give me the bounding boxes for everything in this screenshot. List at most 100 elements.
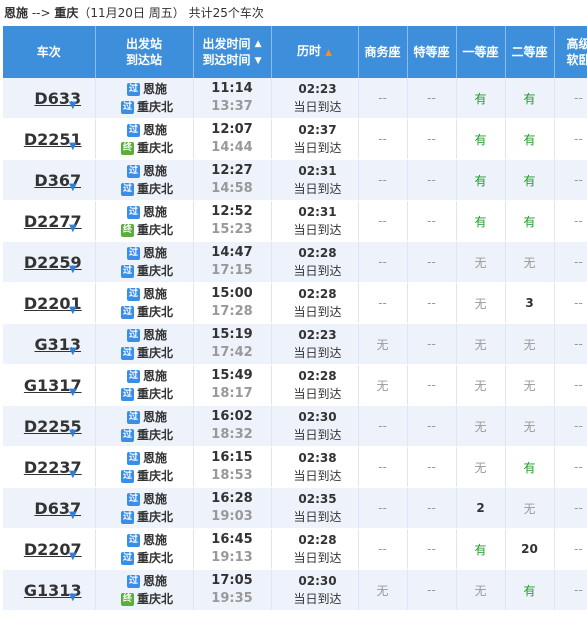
pass-station-icon: 过	[126, 452, 140, 465]
departure-time: 16:02	[211, 409, 253, 424]
seat-high-soft: --	[554, 241, 587, 283]
time-cell: 16:28 19:03	[193, 487, 272, 529]
seat-business: --	[358, 118, 408, 160]
expand-stops-icon[interactable]: ▼	[69, 141, 77, 152]
arrival-day: 当日到达	[293, 346, 342, 360]
origin-label: 恩施	[4, 6, 29, 20]
expand-stops-icon[interactable]: ▼	[69, 305, 77, 316]
departure-time: 16:15	[211, 450, 253, 465]
expand-stops-icon[interactable]: ▼	[69, 100, 77, 111]
expand-stops-icon[interactable]: ▼	[69, 551, 77, 562]
from-station: 恩施	[142, 205, 167, 219]
train-cell: D633 ▼	[3, 78, 96, 119]
departure-time: 12:52	[211, 204, 253, 219]
pass-station-icon: 过	[126, 165, 140, 178]
from-station: 恩施	[142, 492, 167, 506]
arrival-day: 当日到达	[293, 510, 342, 524]
to-station: 重庆北	[136, 305, 173, 319]
expand-stops-icon[interactable]: ▼	[69, 223, 77, 234]
duration-cell: 02:31 当日到达	[271, 200, 359, 242]
seat-second-class: 无	[505, 241, 555, 283]
to-station: 重庆北	[136, 592, 173, 606]
arrival-time: 14:58	[211, 181, 253, 196]
seat-special: --	[407, 118, 457, 160]
header-time[interactable]: 出发时间 ▲ 到达时间 ▼	[193, 26, 272, 78]
duration-cell: 02:28 当日到达	[271, 241, 359, 283]
arrival-day: 当日到达	[293, 428, 342, 442]
seat-special: --	[407, 528, 457, 570]
sort-down-icon[interactable]: ▼	[255, 53, 262, 69]
train-count: 共计25个车次	[188, 6, 264, 20]
pass-station-icon: 过	[120, 552, 134, 565]
seat-business: --	[358, 282, 408, 324]
expand-stops-icon[interactable]: ▼	[69, 428, 77, 439]
duration-cell: 02:23 当日到达	[271, 323, 359, 365]
station-cell: 过恩施过重庆北	[95, 159, 194, 201]
expand-stops-icon[interactable]: ▼	[69, 182, 77, 193]
to-station: 重庆北	[136, 469, 173, 483]
seat-high-soft: --	[554, 78, 587, 119]
train-cell: G1313 ▼	[3, 569, 96, 611]
arrival-time: 14:44	[211, 140, 253, 155]
route-arrow: -->	[31, 6, 51, 20]
seat-special: --	[407, 241, 457, 283]
expand-stops-icon[interactable]: ▼	[69, 387, 77, 398]
pass-station-icon: 过	[126, 534, 140, 547]
from-station: 恩施	[142, 410, 167, 424]
seat-second-class: 20	[505, 528, 555, 570]
arrival-time: 18:53	[211, 468, 253, 483]
seat-second-class: 有	[505, 78, 555, 119]
to-station: 重庆北	[136, 182, 173, 196]
terminal-station-icon: 终	[120, 224, 134, 237]
station-cell: 过恩施过重庆北	[95, 487, 194, 529]
duration-cell: 02:30 当日到达	[271, 405, 359, 447]
to-station: 重庆北	[136, 100, 173, 114]
duration: 02:28	[298, 287, 337, 301]
from-station: 恩施	[142, 123, 167, 137]
arrival-day: 当日到达	[293, 387, 342, 401]
expand-stops-icon[interactable]: ▼	[69, 592, 77, 603]
table-row: D2237 ▼ 过恩施过重庆北 16:15 18:53 02:38 当日到达 -- -- 无有 --	[3, 446, 587, 488]
duration: 02:31	[298, 205, 337, 219]
header-high-line2: 软卧	[566, 53, 587, 67]
pass-station-icon: 过	[126, 493, 140, 506]
seat-business: 无	[358, 364, 408, 406]
duration-cell: 02:28 当日到达	[271, 364, 359, 406]
seat-second-class: 无	[505, 487, 555, 529]
sort-asc-icon[interactable]: ▲	[325, 48, 332, 58]
header-first: 一等座	[456, 26, 506, 78]
expand-stops-icon[interactable]: ▼	[69, 346, 77, 357]
pass-station-icon: 过	[120, 265, 134, 278]
arrival-time: 13:37	[211, 99, 253, 114]
duration: 02:28	[298, 533, 337, 547]
train-cell: D2201 ▼	[3, 282, 96, 324]
station-cell: 过恩施过重庆北	[95, 528, 194, 570]
seat-first-class: 无	[456, 569, 506, 611]
header-train[interactable]: 车次	[3, 26, 96, 78]
expand-stops-icon[interactable]: ▼	[69, 510, 77, 521]
terminal-station-icon: 终	[120, 142, 134, 155]
pass-station-icon: 过	[126, 124, 140, 137]
table-row: D2207 ▼ 过恩施过重庆北 16:45 19:13 02:28 当日到达 -- -- 有 20-…	[3, 528, 587, 570]
from-station: 恩施	[142, 246, 167, 260]
seat-first-class: 无	[456, 323, 506, 365]
seat-first-class: 无	[456, 446, 506, 488]
header-business: 商务座	[358, 26, 408, 78]
header-duration[interactable]: 历时 ▲	[271, 26, 359, 78]
seat-first-class: 无	[456, 405, 506, 447]
seat-second-class: 无	[505, 364, 555, 406]
seat-special: --	[407, 405, 457, 447]
departure-time: 11:14	[211, 81, 253, 96]
expand-stops-icon[interactable]: ▼	[69, 469, 77, 480]
from-station: 恩施	[142, 574, 167, 588]
duration-cell: 02:31 当日到达	[271, 159, 359, 201]
seat-special: --	[407, 282, 457, 324]
header-station[interactable]: 出发站 到达站	[95, 26, 194, 78]
to-station: 重庆北	[136, 346, 173, 360]
arrival-time: 15:23	[211, 222, 253, 237]
arrival-time: 17:28	[211, 304, 253, 319]
train-cell: D2255 ▼	[3, 405, 96, 447]
expand-stops-icon[interactable]: ▼	[69, 264, 77, 275]
pass-station-icon: 过	[126, 329, 140, 342]
sort-up-icon[interactable]: ▲	[255, 36, 262, 52]
